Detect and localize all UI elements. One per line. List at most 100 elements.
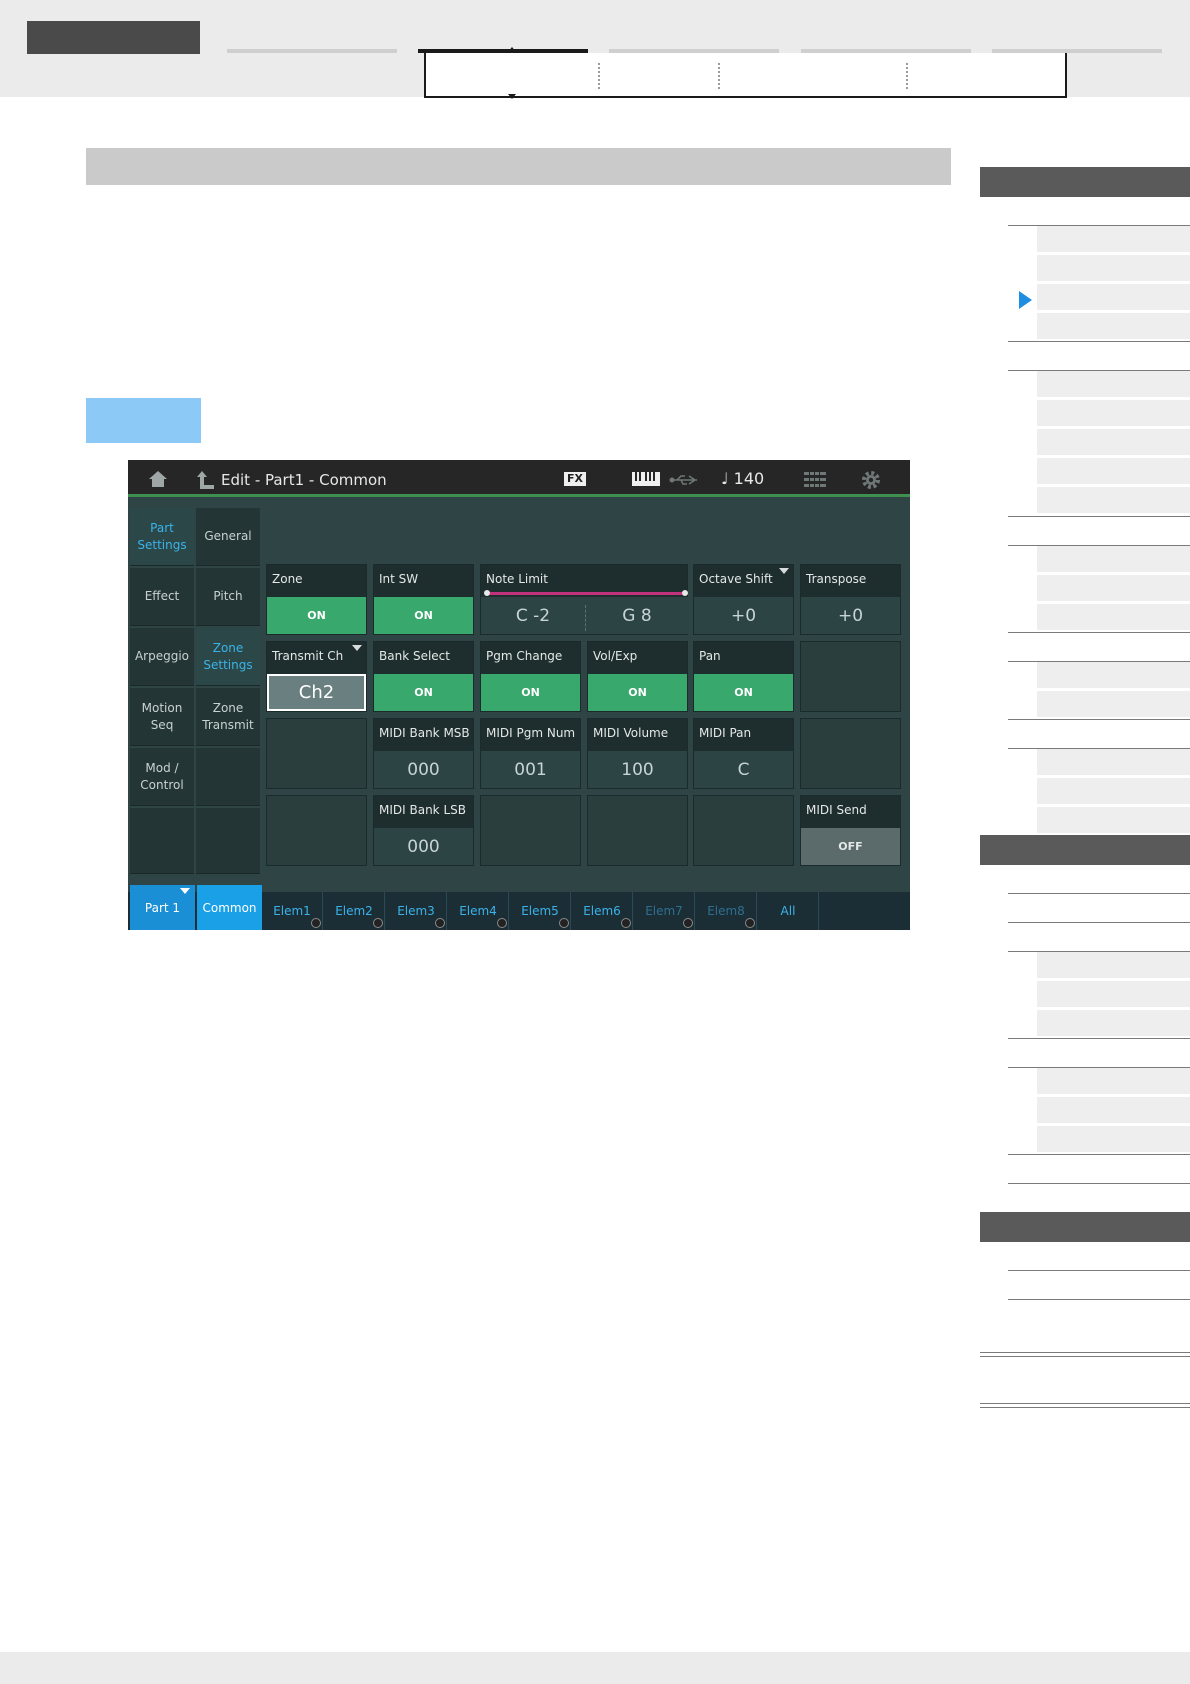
transpose-label: Transpose [801,565,900,597]
midi-send-value[interactable]: OFF [801,828,900,865]
element-switch-icon[interactable] [745,918,755,928]
tab-all[interactable]: All [758,892,819,930]
tab-elem3[interactable]: Elem3 [386,892,447,930]
nav-item[interactable] [1037,981,1190,1009]
nav-item[interactable] [1037,1068,1190,1096]
pgm-change-param[interactable]: Pgm Change ON [480,641,581,712]
tab-elem1[interactable]: Elem1 [262,892,323,930]
tab-label: Elem7 [645,904,683,918]
nav-item[interactable] [1037,778,1190,806]
nav-motion-seq[interactable]: Motion Seq [130,688,194,746]
nav-item[interactable] [1037,546,1190,574]
nav-effect[interactable]: Effect [130,568,194,626]
nav-item[interactable] [1037,458,1190,486]
midi-pgm-num-value[interactable]: 001 [481,751,580,788]
zone-value[interactable]: ON [267,597,366,634]
tab-common[interactable]: Common [197,885,262,930]
nav-general[interactable]: General [196,508,260,566]
tab-elem8[interactable]: Elem8 [696,892,757,930]
midi-send-param[interactable]: MIDI Send OFF [800,795,901,866]
nav-item[interactable] [1037,371,1190,399]
nav-pitch[interactable]: Pitch [196,568,260,626]
nav-item[interactable] [1037,691,1190,719]
element-switch-icon[interactable] [497,918,507,928]
midi-volume-param[interactable]: MIDI Volume 100 [587,718,688,789]
transmit-ch-value[interactable]: Ch2 [267,674,366,711]
nav-item[interactable] [1037,255,1190,283]
nav-item[interactable] [1037,807,1190,835]
tab-elem2[interactable]: Elem2 [324,892,385,930]
nav-mod-control[interactable]: Mod / Control [130,748,194,806]
tab-elem6[interactable]: Elem6 [572,892,633,930]
nav-group-header[interactable] [980,167,1190,197]
tab-elem4[interactable]: Elem4 [448,892,509,930]
nav-zone-settings[interactable]: Zone Settings [196,628,260,686]
nav-part-settings[interactable]: Part Settings [130,508,194,566]
pan-param[interactable]: Pan ON [693,641,794,712]
nav-item[interactable] [1037,604,1190,632]
nav-item[interactable] [1037,749,1190,777]
pgm-change-value[interactable]: ON [481,674,580,711]
zone-param[interactable]: Zone ON [266,564,367,635]
transpose-param[interactable]: Transpose +0 [800,564,901,635]
nav-item[interactable] [1037,400,1190,428]
nav-item[interactable] [1037,1097,1190,1125]
note-limit-high[interactable]: G 8 [585,597,689,634]
transmit-ch-param[interactable]: Transmit Ch Ch2 [266,641,367,712]
note-limit-param[interactable]: Note Limit C -2 G 8 [480,564,689,635]
note-limit-low[interactable]: C -2 [481,597,585,634]
nav-item[interactable] [1037,1126,1190,1154]
midi-pgm-num-param[interactable]: MIDI Pgm Num 001 [480,718,581,789]
element-switch-icon[interactable] [435,918,445,928]
nav-item[interactable] [1037,313,1190,341]
grid-icon[interactable] [804,472,826,487]
nav-item-current[interactable] [1037,284,1190,312]
octave-shift-param[interactable]: Octave Shift +0 [693,564,794,635]
element-switch-icon[interactable] [311,918,321,928]
pan-label: Pan [694,642,793,674]
gear-icon[interactable] [861,470,881,490]
header-tab-1[interactable] [227,49,397,53]
nav-group-header[interactable] [980,835,1190,865]
nav-item[interactable] [1037,575,1190,603]
midi-bank-msb-value[interactable]: 000 [374,751,473,788]
element-switch-icon[interactable] [621,918,631,928]
midi-pan-param[interactable]: MIDI Pan C [693,718,794,789]
element-switch-icon[interactable] [559,918,569,928]
midi-bank-msb-param[interactable]: MIDI Bank MSB 000 [373,718,474,789]
midi-pan-value[interactable]: C [694,751,793,788]
nav-arpeggio[interactable]: Arpeggio [130,628,194,686]
pan-value[interactable]: ON [694,674,793,711]
tab-label: Elem5 [521,904,559,918]
vol-exp-param[interactable]: Vol/Exp ON [587,641,688,712]
nav-zone-transmit[interactable]: Zone Transmit [196,688,260,746]
midi-volume-value[interactable]: 100 [588,751,687,788]
tempo-readout[interactable]: ♩ 140 [721,469,764,488]
nav-group-header[interactable] [980,1212,1190,1242]
transpose-value[interactable]: +0 [801,597,900,634]
exit-up-icon[interactable] [197,470,215,490]
element-switch-icon[interactable] [373,918,383,928]
tab-elem7[interactable]: Elem7 [634,892,695,930]
home-icon[interactable] [148,469,168,489]
vol-exp-value[interactable]: ON [588,674,687,711]
nav-item[interactable] [1037,226,1190,254]
nav-item[interactable] [1037,952,1190,980]
int-sw-value[interactable]: ON [374,597,473,634]
nav-item[interactable] [1037,487,1190,515]
nav-item[interactable] [1037,662,1190,690]
nav-empty-slot [196,748,260,806]
fx-icon[interactable]: FX [564,472,586,486]
midi-bank-lsb-value[interactable]: 000 [374,828,473,865]
octave-shift-value[interactable]: +0 [694,597,793,634]
midi-bank-lsb-param[interactable]: MIDI Bank LSB 000 [373,795,474,866]
nav-item[interactable] [1037,429,1190,457]
int-sw-param[interactable]: Int SW ON [373,564,474,635]
element-switch-icon[interactable] [683,918,693,928]
tab-elem5[interactable]: Elem5 [510,892,571,930]
nav-item[interactable] [1037,1010,1190,1038]
tab-label: Elem4 [459,904,497,918]
part-select-tab[interactable]: Part 1 [130,885,195,930]
bank-select-value[interactable]: ON [374,674,473,711]
bank-select-param[interactable]: Bank Select ON [373,641,474,712]
